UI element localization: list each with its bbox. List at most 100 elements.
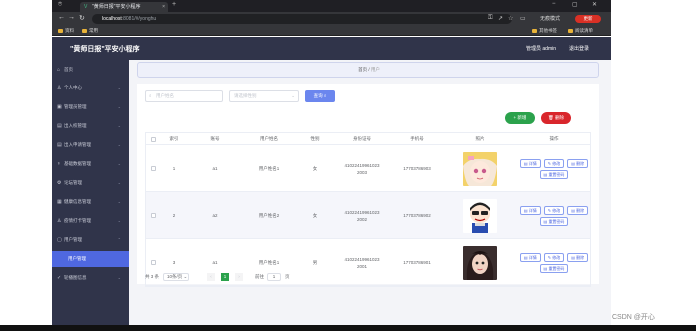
prev-page-icon[interactable]: ‹ xyxy=(207,273,215,281)
update-button[interactable]: 更新 xyxy=(575,15,601,23)
pagination: 共 3 条 10条/页 ⌄ ‹ 1 › 前往 1 页 xyxy=(145,272,445,282)
add-button[interactable]: + 新增 xyxy=(505,112,535,124)
sidebar-subitem-users[interactable]: 用户管理 xyxy=(52,251,129,267)
column-header: 操作 xyxy=(549,136,559,141)
delete-button[interactable]: ▤ 删除 xyxy=(567,158,589,168)
select-all-checkbox[interactable] xyxy=(150,136,156,142)
back-icon[interactable]: ← xyxy=(58,14,65,21)
page-unit-label: 页 xyxy=(285,274,290,279)
bookmarks-bar: 资料 常用 其他书签 阅读清单 xyxy=(52,26,611,36)
select-all-cell xyxy=(146,133,160,145)
sidebar-item-checkin[interactable]: ♙ 疫情打卡管理 ⌄ xyxy=(52,213,129,229)
current-page-button[interactable]: 1 xyxy=(221,273,229,281)
edit-label: 修改 xyxy=(552,207,561,213)
search-button-label: 查询 xyxy=(313,93,323,98)
sidebar-item-access-requests[interactable]: ▤ 出入申请管理 ⌄ xyxy=(52,137,129,153)
share-icon[interactable]: ↗ xyxy=(498,15,503,22)
sidebar-item-campus-access[interactable]: ▤ 出入校管理 ⌄ xyxy=(52,118,129,134)
sidepanel-icon[interactable]: ▭ xyxy=(520,15,526,22)
row-checkbox[interactable] xyxy=(150,213,156,218)
detail-label: 详情 xyxy=(528,254,537,260)
chevron-down-icon: ⌄ xyxy=(117,104,121,109)
cell-photo xyxy=(444,145,516,192)
url-field[interactable]: localhost:8081/#/yonghu xyxy=(92,14,512,24)
list-panel: ⌕ 用户姓名 请选择性别 ⌄ 查询 ⌕ + 新增 🗑 删除 索引 账号 用户姓名 xyxy=(137,84,599,287)
sidebar-item-label: 出入校管理 xyxy=(64,123,87,128)
home-icon: ⌂ xyxy=(57,67,61,73)
cell-id-number: 41022419961023 2003 xyxy=(334,145,390,192)
cell-name: 用户姓名2 xyxy=(258,213,280,218)
chevron-down-icon: ⌄ xyxy=(117,275,121,280)
star-icon[interactable]: ☆ xyxy=(508,15,513,22)
sidebar-item-users[interactable]: ▢ 用户管理 ⌃ xyxy=(52,232,129,248)
search-button[interactable]: 查询 ⌕ xyxy=(305,90,335,102)
bookmark-folder-other[interactable]: 其他书签 xyxy=(532,27,557,35)
sidebar-item-label: 基础数据管理 xyxy=(64,161,91,166)
sidebar-item-admins[interactable]: ▣ 管理员管理 ⌄ xyxy=(52,99,129,115)
next-page-icon[interactable]: › xyxy=(235,273,243,281)
name-search-input[interactable]: ⌕ 用户姓名 xyxy=(145,90,223,102)
detail-button[interactable]: ▤ 详情 xyxy=(519,158,541,168)
browser-tab[interactable]: V "黄师日报"平安小程序 × xyxy=(80,2,168,12)
cell-gender: 女 xyxy=(312,213,318,218)
detail-button[interactable]: ▤ 详情 xyxy=(519,252,541,262)
page-size-select[interactable]: 10条/页 ⌄ xyxy=(163,273,189,281)
gender-select[interactable]: 请选择性别 ⌄ xyxy=(229,90,299,102)
bulk-delete-button[interactable]: 🗑 删除 xyxy=(541,112,571,124)
delete-button[interactable]: ▤ 删除 xyxy=(567,252,589,262)
app-title: "黄师日报"平安小程序 xyxy=(70,46,140,53)
edit-label: 修改 xyxy=(552,254,561,260)
row-checkbox[interactable] xyxy=(150,260,156,265)
sidebar-item-label: 用户管理 xyxy=(68,256,86,261)
sidebar-item-carousel[interactable]: ✓ 轮播图信息 ⌄ xyxy=(52,270,129,286)
delete-button[interactable]: ▤ 删除 xyxy=(567,205,589,215)
reset-password-button[interactable]: ▤ 重置密码 xyxy=(539,216,569,226)
goto-page-input[interactable]: 1 xyxy=(267,273,281,281)
carousel-icon: ✓ xyxy=(57,275,62,281)
breadcrumb-home[interactable]: 首页 xyxy=(358,67,367,72)
edit-button[interactable]: ✎ 修改 xyxy=(543,205,565,215)
user-photo xyxy=(463,245,497,280)
tab-search-icon[interactable]: ⌾ xyxy=(58,1,62,9)
tab-title: "黄师日报"平安小程序 xyxy=(92,4,141,10)
sidebar-item-home[interactable]: ⌂ 首页 xyxy=(52,62,129,78)
maximize-icon[interactable]: ▢ xyxy=(572,1,578,8)
sidebar-item-health[interactable]: ▦ 健康信息管理 ⌄ xyxy=(52,194,129,210)
row-checkbox[interactable] xyxy=(150,166,156,171)
sidebar-item-label: 出入申请管理 xyxy=(64,142,91,147)
cell-id-number: 41022419961023 2002 xyxy=(334,192,390,239)
tab-close-icon[interactable]: × xyxy=(162,2,165,12)
reset-password-label: 重置密码 xyxy=(548,218,565,224)
sidebar-item-base-data[interactable]: ♆ 基础数据管理 ⌄ xyxy=(52,156,129,172)
main-content: 首页 / 用户 ⌕ 用户姓名 请选择性别 ⌄ 查询 ⌕ + 新增 🗑 删除 索引… xyxy=(129,60,611,331)
id-number-line2: 2002 xyxy=(356,216,367,222)
bookmark-folder[interactable]: 常用 xyxy=(82,27,98,35)
gender-select-placeholder: 请选择性别 xyxy=(234,93,257,98)
browser-window: ⌾ V "黄师日报"平安小程序 × + − ▢ ✕ ← → ↻ localhos… xyxy=(52,0,611,331)
minimize-icon[interactable]: − xyxy=(552,1,556,7)
address-bar-row: ← → ↻ localhost:8081/#/yonghu ⚿ ↗ ☆ ▭ 无痕… xyxy=(52,12,611,26)
trash-icon: 🗑 xyxy=(548,115,554,120)
table-row: 1 a1 用户姓名1 女 41022419961023 2003 1770378… xyxy=(146,145,590,192)
window-close-icon[interactable]: ✕ xyxy=(592,1,597,8)
reset-password-button[interactable]: ▤ 重置密码 xyxy=(539,263,569,273)
new-tab-icon[interactable]: + xyxy=(172,1,176,8)
forward-icon[interactable]: → xyxy=(68,14,75,21)
key-icon[interactable]: ⚿ xyxy=(488,15,493,22)
breadcrumb-text: 首页 / 用户 xyxy=(138,63,600,77)
operations-row: ▤ 重置密码 xyxy=(539,216,569,226)
sidebar-item-profile[interactable]: ♙ 个人中心 ⌄ xyxy=(52,80,129,96)
detail-button[interactable]: ▤ 详情 xyxy=(519,205,541,215)
sidebar-item-forum[interactable]: ⚙ 论坛管理 ⌄ xyxy=(52,175,129,191)
search-icon: ⌕ xyxy=(323,93,327,98)
logout-link[interactable]: 退出登录 xyxy=(569,45,589,52)
delete-label: 删除 xyxy=(576,160,585,166)
reading-list[interactable]: 阅读清单 xyxy=(568,27,593,35)
sidebar-item-label: 健康信息管理 xyxy=(64,199,91,204)
reload-icon[interactable]: ↻ xyxy=(79,14,85,22)
bookmark-folder[interactable]: 资料 xyxy=(58,27,74,35)
edit-button[interactable]: ✎ 修改 xyxy=(543,158,565,168)
edit-button[interactable]: ✎ 修改 xyxy=(543,252,565,262)
reset-password-button[interactable]: ▤ 重置密码 xyxy=(539,169,569,179)
column-header: 照片 xyxy=(475,136,485,141)
